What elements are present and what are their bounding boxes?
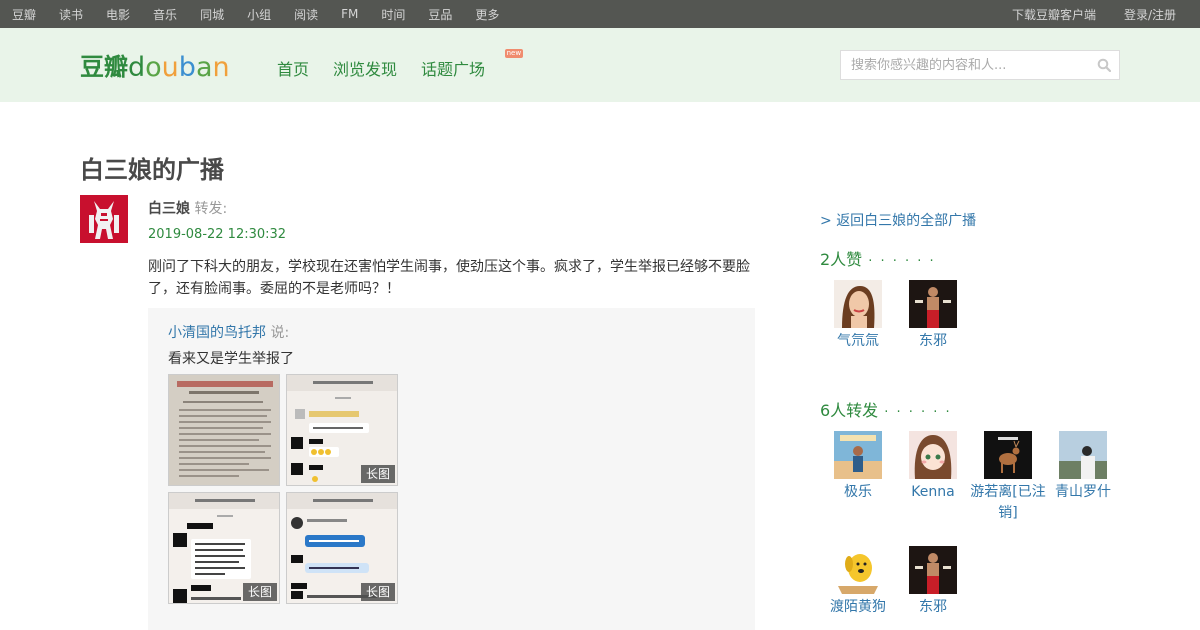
man-outdoor-image	[1059, 431, 1107, 479]
global-nav-music[interactable]: 音乐	[153, 6, 177, 23]
resharer-item[interactable]: 极乐	[820, 431, 896, 503]
resharer-name[interactable]: 游若离[已注销]	[970, 482, 1046, 524]
reshare-label: 转发:	[194, 201, 228, 217]
resharer-name[interactable]: 极乐	[820, 482, 896, 503]
liker-avatar[interactable]	[834, 280, 882, 328]
search-input[interactable]	[841, 51, 1081, 79]
likes-count-label: 2人赞	[820, 250, 863, 269]
image-thumbnail[interactable]: 长图	[168, 492, 280, 604]
reshares-more-link[interactable]: · · · · · ·	[884, 405, 951, 420]
search-icon[interactable]	[1097, 58, 1111, 72]
global-top-bar: 豆瓣 读书 电影 音乐 同城 小组 阅读 FM 时间 豆品 更多 下载豆瓣客户端…	[0, 0, 1200, 28]
login-register-link[interactable]: 登录/注册	[1124, 6, 1176, 23]
quote-author-line: 小清国的鸟托邦 说:	[168, 322, 289, 342]
resharer-avatar[interactable]	[834, 431, 882, 479]
liker-name[interactable]: 气氘氚	[820, 331, 896, 352]
nav-topics-wrap[interactable]: 话题广场 new	[421, 49, 524, 80]
resharer-avatar[interactable]	[984, 431, 1032, 479]
back-link-label: 返回白三娘的全部广播	[836, 213, 977, 229]
performer-photo-image	[909, 546, 957, 594]
resharer-avatar[interactable]	[909, 431, 957, 479]
douban-logo[interactable]: 豆瓣 douban	[80, 46, 232, 82]
reshared-status: 小清国的鸟托邦 说: 看来又是学生举报了 长图 长图 长图	[148, 308, 755, 630]
author-line: 白三娘 转发:	[148, 198, 227, 218]
reshares-count-label: 6人转发	[820, 401, 879, 420]
global-nav-book[interactable]: 读书	[59, 6, 83, 23]
liker-name[interactable]: 东邪	[895, 331, 971, 352]
main-nav: 首页 浏览发现 话题广场 new	[277, 49, 524, 80]
author-name[interactable]: 白三娘	[148, 201, 190, 217]
deer-image	[984, 431, 1032, 479]
new-badge: new	[504, 49, 524, 58]
global-nav-douban[interactable]: 豆瓣	[12, 6, 36, 23]
site-header: 豆瓣 douban 首页 浏览发现 话题广场 new	[0, 28, 1200, 102]
global-nav-fm[interactable]: FM	[341, 7, 358, 21]
quote-author-name[interactable]: 小清国的鸟托邦	[168, 325, 266, 341]
nav-home[interactable]: 首页	[277, 56, 309, 80]
resharer-item[interactable]: Kenna	[895, 431, 971, 503]
search-box	[840, 50, 1120, 80]
liker-item[interactable]: 东邪	[895, 280, 971, 352]
account-links: 下载豆瓣客户端 登录/注册	[984, 0, 1176, 28]
author-avatar[interactable]	[80, 195, 128, 243]
long-image-tag: 长图	[360, 465, 395, 483]
yellow-dog-cartoon-image	[834, 546, 882, 594]
performer-photo-image	[909, 280, 957, 328]
anime-girl-image	[909, 431, 957, 479]
resharer-avatar[interactable]	[1059, 431, 1107, 479]
chevron-right-icon: >	[820, 213, 832, 229]
image-thumbnail[interactable]: 长图	[286, 374, 398, 486]
robot-avatar-image	[80, 195, 128, 243]
global-nav-movie[interactable]: 电影	[106, 6, 130, 23]
resharer-item[interactable]: 渡陌黄狗	[820, 546, 896, 618]
resharer-name[interactable]: 渡陌黄狗	[820, 597, 896, 618]
resharer-avatar[interactable]	[834, 546, 882, 594]
global-nav-time[interactable]: 时间	[381, 6, 405, 23]
resharer-avatar[interactable]	[909, 546, 957, 594]
global-nav-group[interactable]: 小组	[247, 6, 271, 23]
document-photo-image	[169, 375, 279, 485]
svg-text:douban: douban	[128, 52, 230, 82]
poster-art-image	[834, 431, 882, 479]
page-title: 白三娘的广播	[80, 156, 224, 184]
post-content: 刚问了下科大的朋友，学校现在还害怕学生闹事，使劲压这个事。疯求了，学生举报已经够…	[148, 259, 750, 297]
nav-topics[interactable]: 话题广场	[421, 60, 485, 79]
post-timestamp[interactable]: 2019-08-22 12:30:32	[148, 227, 286, 242]
resharer-item[interactable]: 东邪	[895, 546, 971, 618]
quote-content: 看来又是学生举报了	[168, 351, 294, 367]
resharer-item[interactable]: 游若离[已注销]	[970, 431, 1046, 524]
image-thumbnail[interactable]	[168, 374, 280, 486]
logo-english-wordmark: douban	[128, 52, 230, 82]
long-image-tag: 长图	[360, 583, 395, 601]
back-to-all-statuses-link[interactable]: > 返回白三娘的全部广播	[820, 210, 976, 230]
liker-avatar[interactable]	[909, 280, 957, 328]
global-nav-read[interactable]: 阅读	[294, 6, 318, 23]
global-nav-more[interactable]: 更多	[475, 6, 499, 23]
liker-item[interactable]: 气氘氚	[820, 280, 896, 352]
likes-more-link[interactable]: · · · · · ·	[868, 254, 935, 269]
global-nav-market[interactable]: 豆品	[428, 6, 452, 23]
long-image-tag: 长图	[242, 583, 277, 601]
reshares-section-title: 6人转发 · · · · · ·	[820, 397, 952, 421]
resharer-name[interactable]: 东邪	[895, 597, 971, 618]
woman-portrait-image	[834, 280, 882, 328]
logo-chinese-text: 豆瓣	[80, 53, 128, 81]
nav-explore[interactable]: 浏览发现	[333, 56, 397, 80]
global-nav: 豆瓣 读书 电影 音乐 同城 小组 阅读 FM 时间 豆品 更多	[12, 0, 522, 28]
image-thumbnail[interactable]: 长图	[286, 492, 398, 604]
resharer-name[interactable]: Kenna	[895, 482, 971, 503]
download-app-link[interactable]: 下载豆瓣客户端	[1012, 6, 1096, 23]
resharer-name[interactable]: 青山罗什	[1045, 482, 1121, 503]
quote-says-label: 说:	[270, 325, 290, 341]
likes-section-title: 2人赞 · · · · · ·	[820, 246, 936, 270]
global-nav-location[interactable]: 同城	[200, 6, 224, 23]
resharer-item[interactable]: 青山罗什	[1045, 431, 1121, 503]
